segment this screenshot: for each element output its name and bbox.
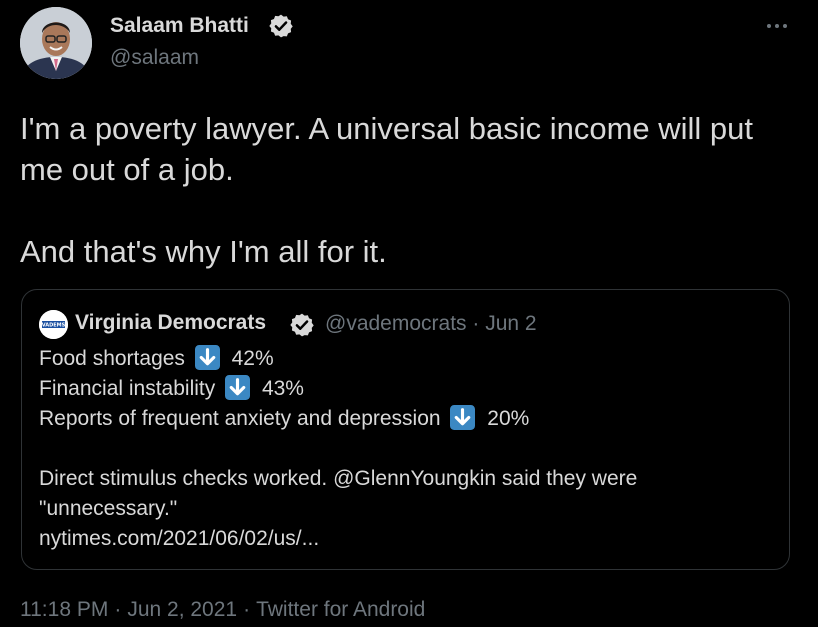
tweet-text: I'm a poverty lawyer. A universal basic … <box>20 108 800 272</box>
tweet-time[interactable]: 11:18 PM <box>20 598 108 621</box>
quoted-date: Jun 2 <box>485 312 537 335</box>
stat-row: Reports of frequent anxiety and depressi… <box>39 404 779 434</box>
more-dots-icon <box>767 24 787 28</box>
quoted-avatar: VADEMS <box>39 310 68 339</box>
down-arrow-emoji-icon <box>225 375 251 400</box>
author-handle[interactable]: @salaam <box>110 46 199 70</box>
tweet-line: I'm a poverty lawyer. A universal basic … <box>20 111 754 187</box>
quoted-body: Food shortages 42% Financial instability… <box>39 344 779 554</box>
tweet-date[interactable]: Jun 2, 2021 <box>127 598 237 621</box>
quoted-display-name: Virginia Democrats <box>75 311 267 334</box>
footer-separator: · <box>243 598 251 621</box>
meta-separator: · <box>472 312 480 335</box>
down-arrow-emoji-icon <box>194 345 220 370</box>
stat-value: 43% <box>261 377 304 400</box>
more-options-button[interactable] <box>760 9 794 43</box>
tweet-footer: 11:18 PM · Jun 2, 2021 · Twitter for Android <box>20 598 425 622</box>
stat-value: 20% <box>487 407 530 430</box>
stat-label: Financial instability <box>39 377 216 400</box>
down-arrow-emoji-icon <box>450 405 476 430</box>
footer-separator: · <box>114 598 122 621</box>
quoted-handle: @vademocrats <box>325 312 467 335</box>
vadems-logo-icon: VADEMS <box>39 310 68 339</box>
quoted-text-line: Direct stimulus checks worked. @GlennYou… <box>39 467 638 490</box>
author-display-name[interactable]: Salaam Bhatti <box>110 14 249 38</box>
stat-label: Reports of frequent anxiety and depressi… <box>39 407 441 430</box>
person-avatar-icon <box>20 7 92 79</box>
quoted-link[interactable]: nytimes.com/2021/06/02/us/... <box>39 524 779 554</box>
tweet-source[interactable]: Twitter for Android <box>256 598 425 621</box>
verified-badge-icon <box>290 313 314 337</box>
quoted-tweet-card[interactable]: VADEMS Virginia Democrats @vademocrats ·… <box>21 289 790 570</box>
stat-row: Financial instability 43% <box>39 374 779 404</box>
stat-row: Food shortages 42% <box>39 344 779 374</box>
verified-badge-icon <box>269 14 293 38</box>
quoted-meta: @vademocrats · Jun 2 <box>325 312 537 336</box>
tweet-line: And that's why I'm all for it. <box>20 234 387 269</box>
stat-value: 42% <box>231 347 274 370</box>
author-avatar[interactable] <box>20 7 92 79</box>
stat-label: Food shortages <box>39 347 185 370</box>
quoted-text-line: "unnecessary." <box>39 497 178 520</box>
svg-text:VADEMS: VADEMS <box>42 323 66 329</box>
